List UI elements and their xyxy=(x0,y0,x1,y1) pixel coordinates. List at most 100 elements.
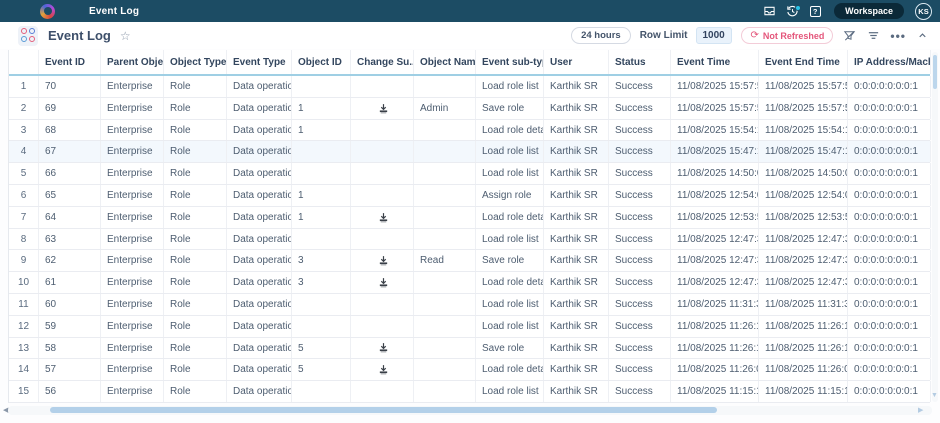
cell-ip-address: 0:0:0:0:0:0:0:1 xyxy=(848,359,931,380)
table-row[interactable]: 2 69 Enterprise Role Data operation 1 Ad… xyxy=(9,98,930,120)
col-object-name[interactable]: Object Name xyxy=(414,50,476,74)
topbar-title: Event Log xyxy=(89,6,139,17)
cell-event-id: 70 xyxy=(39,76,101,97)
row-limit-input[interactable] xyxy=(696,27,732,44)
table-row[interactable]: 11 60 Enterprise Role Data operation Loa… xyxy=(9,294,930,316)
history-icon[interactable] xyxy=(785,4,799,18)
cell-object-id xyxy=(292,229,351,250)
col-event-id[interactable]: Event ID xyxy=(39,50,101,74)
col-event-time[interactable]: Event Time xyxy=(671,50,759,74)
cell-event-sub-type: Save role xyxy=(476,338,544,359)
page-title: Event Log xyxy=(48,28,111,43)
cell-event-sub-type: Assign role xyxy=(476,185,544,206)
download-icon[interactable] xyxy=(378,342,389,353)
refresh-status-button[interactable]: ⟳ Not Refreshed xyxy=(741,27,833,44)
cell-object-name: Read xyxy=(414,250,476,271)
refresh-icon: ⟳ xyxy=(750,31,758,41)
help-icon[interactable]: ? xyxy=(808,4,822,18)
table-row[interactable]: 9 62 Enterprise Role Data operation 3 Re… xyxy=(9,250,930,272)
col-object-id[interactable]: Object ID xyxy=(292,50,351,74)
cell-status: Success xyxy=(609,250,671,271)
cell-ip-address: 0:0:0:0:0:0:0:1 xyxy=(848,120,931,141)
table-row[interactable]: 14 57 Enterprise Role Data operation 5 L… xyxy=(9,359,930,381)
table-row[interactable]: 5 66 Enterprise Role Data operation Load… xyxy=(9,163,930,185)
table-row[interactable]: 1 70 Enterprise Role Data operation Load… xyxy=(9,76,930,98)
col-event-end-time[interactable]: Event End Time xyxy=(759,50,848,74)
cell-event-end-time: 11/08/2025 15:54:11 xyxy=(759,120,848,141)
cell-user: Karthik SR xyxy=(544,381,609,402)
collapse-icon[interactable] xyxy=(915,28,930,43)
table-row[interactable]: 7 64 Enterprise Role Data operation 1 Lo… xyxy=(9,207,930,229)
cell-object-name xyxy=(414,316,476,337)
cell-change-summary xyxy=(351,229,414,250)
cell-event-id: 62 xyxy=(39,250,101,271)
cell-event-type: Data operation xyxy=(227,381,292,402)
col-parent-object[interactable]: Parent Obje... xyxy=(101,50,164,74)
col-object-type[interactable]: Object Type xyxy=(164,50,227,74)
table-row[interactable]: 13 58 Enterprise Role Data operation 5 S… xyxy=(9,338,930,360)
cell-event-sub-type: Load role list xyxy=(476,381,544,402)
vertical-scrollbar-thumb[interactable] xyxy=(933,55,937,89)
cell-object-id xyxy=(292,76,351,97)
more-options-icon[interactable]: ••• xyxy=(890,29,906,43)
time-range-button[interactable]: 24 hours xyxy=(571,27,631,44)
cell-status: Success xyxy=(609,163,671,184)
cell-ip-address: 0:0:0:0:0:0:0:1 xyxy=(848,272,931,293)
filter-off-icon[interactable] xyxy=(842,28,857,43)
download-icon[interactable] xyxy=(378,103,389,114)
table-row[interactable]: 6 65 Enterprise Role Data operation 1 As… xyxy=(9,185,930,207)
table-row[interactable]: 12 59 Enterprise Role Data operation Loa… xyxy=(9,316,930,338)
cell-parent-object: Enterprise xyxy=(101,250,164,271)
cell-object-type: Role xyxy=(164,207,227,228)
cell-row-number: 12 xyxy=(9,316,39,337)
cell-row-number: 4 xyxy=(9,141,39,162)
cell-event-sub-type: Load role list xyxy=(476,294,544,315)
user-avatar[interactable]: KS xyxy=(915,3,932,20)
filter-lines-icon[interactable] xyxy=(866,28,881,43)
cell-event-type: Data operation xyxy=(227,272,292,293)
cloud-logo-icon[interactable] xyxy=(40,4,55,19)
cell-object-type: Role xyxy=(164,185,227,206)
col-event-type[interactable]: Event Type xyxy=(227,50,292,74)
cell-event-id: 67 xyxy=(39,141,101,162)
cell-event-end-time: 11/08/2025 14:50:07 xyxy=(759,163,848,184)
table-row[interactable]: 3 68 Enterprise Role Data operation 1 Lo… xyxy=(9,120,930,142)
cell-event-time: 11/08/2025 15:47:17 xyxy=(671,141,759,162)
cell-object-id: 3 xyxy=(292,250,351,271)
col-change-summary[interactable]: Change Su... xyxy=(351,50,414,74)
table-row[interactable]: 15 56 Enterprise Role Data operation Loa… xyxy=(9,381,930,403)
cell-object-id: 5 xyxy=(292,359,351,380)
table-row[interactable]: 4 67 Enterprise Role Data operation Load… xyxy=(9,141,930,163)
download-icon[interactable] xyxy=(378,212,389,223)
cell-ip-address: 0:0:0:0:0:0:0:1 xyxy=(848,76,931,97)
col-user[interactable]: User xyxy=(544,50,609,74)
cell-event-sub-type: Load role list xyxy=(476,141,544,162)
cell-parent-object: Enterprise xyxy=(101,359,164,380)
cell-change-summary xyxy=(351,141,414,162)
col-ip-address[interactable]: IP Address/Machine xyxy=(848,50,931,74)
cell-user: Karthik SR xyxy=(544,163,609,184)
download-icon[interactable] xyxy=(378,277,389,288)
cell-change-summary xyxy=(351,381,414,402)
workspace-button[interactable]: Workspace xyxy=(834,3,904,19)
vscroll-down-arrow-icon[interactable]: ▼ xyxy=(931,392,938,399)
inbox-icon[interactable] xyxy=(762,4,776,18)
cell-object-type: Role xyxy=(164,229,227,250)
download-icon[interactable] xyxy=(378,364,389,375)
cell-event-sub-type: Load role list xyxy=(476,229,544,250)
cell-event-end-time: 11/08/2025 11:31:39 xyxy=(759,294,848,315)
cell-object-name xyxy=(414,338,476,359)
horizontal-scrollbar-thumb[interactable] xyxy=(50,407,717,413)
vertical-scrollbar-track xyxy=(932,52,938,402)
cell-change-summary xyxy=(351,250,414,271)
cell-object-id: 1 xyxy=(292,98,351,119)
download-icon[interactable] xyxy=(378,255,389,266)
cell-status: Success xyxy=(609,359,671,380)
col-status[interactable]: Status xyxy=(609,50,671,74)
hscroll-right-arrow-icon[interactable]: ▶ xyxy=(918,407,923,415)
star-icon[interactable]: ☆ xyxy=(120,29,131,43)
table-row[interactable]: 8 63 Enterprise Role Data operation Load… xyxy=(9,229,930,251)
table-row[interactable]: 10 61 Enterprise Role Data operation 3 L… xyxy=(9,272,930,294)
col-event-sub-type[interactable]: Event sub-type xyxy=(476,50,544,74)
cell-event-id: 69 xyxy=(39,98,101,119)
